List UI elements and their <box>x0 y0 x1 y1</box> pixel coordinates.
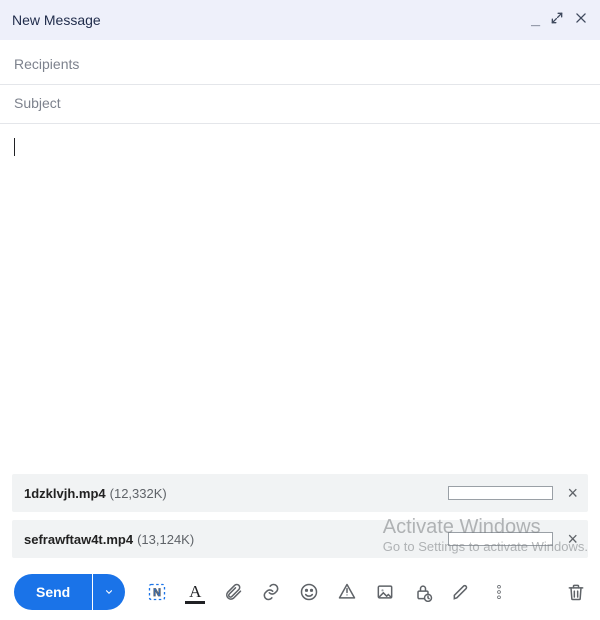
insert-link-icon[interactable] <box>261 582 281 602</box>
attachment-name: sefrawftaw4t.mp4 <box>24 532 133 547</box>
attachment-size: (12,332K) <box>110 486 449 501</box>
svg-text:N: N <box>153 587 161 599</box>
chevron-down-icon <box>104 587 114 597</box>
more-options-icon[interactable] <box>489 582 509 602</box>
subject-input[interactable] <box>14 95 586 111</box>
send-button-group: Send <box>14 574 125 610</box>
compose-toolbar: Send N A <box>0 564 600 620</box>
close-icon[interactable] <box>574 11 588 30</box>
recipients-input[interactable] <box>14 56 586 72</box>
message-body[interactable] <box>0 124 600 474</box>
subject-row <box>0 85 600 124</box>
window-controls: _ <box>531 11 588 30</box>
recipients-row <box>0 40 600 85</box>
attachment-chip: 1dzklvjh.mp4 (12,332K) × <box>12 474 588 512</box>
formatting-icon[interactable]: N <box>147 582 167 602</box>
confidential-mode-icon[interactable] <box>413 582 433 602</box>
upload-progress <box>448 532 553 546</box>
window-header: New Message _ <box>0 0 600 40</box>
insert-signature-icon[interactable] <box>451 582 471 602</box>
attachment-name: 1dzklvjh.mp4 <box>24 486 106 501</box>
text-format-icon[interactable]: A <box>185 582 205 602</box>
insert-emoji-icon[interactable] <box>299 582 319 602</box>
toolbar-icons: N A <box>147 582 509 602</box>
remove-attachment-icon[interactable]: × <box>567 484 578 502</box>
upload-progress <box>448 486 553 500</box>
window-title: New Message <box>12 12 531 28</box>
fullscreen-icon[interactable] <box>550 11 564 30</box>
attachments-list: 1dzklvjh.mp4 (12,332K) × sefrawftaw4t.mp… <box>0 474 600 564</box>
attach-file-icon[interactable] <box>223 582 243 602</box>
send-options-button[interactable] <box>93 574 125 610</box>
remove-attachment-icon[interactable]: × <box>567 530 578 548</box>
attachment-size: (13,124K) <box>137 532 448 547</box>
insert-drive-icon[interactable] <box>337 582 357 602</box>
attachment-chip: sefrawftaw4t.mp4 (13,124K) × <box>12 520 588 558</box>
send-button[interactable]: Send <box>14 574 92 610</box>
discard-draft-icon[interactable] <box>566 582 586 602</box>
insert-image-icon[interactable] <box>375 582 395 602</box>
compose-window: New Message _ 1dzklvj <box>0 0 600 620</box>
text-cursor <box>14 138 15 156</box>
